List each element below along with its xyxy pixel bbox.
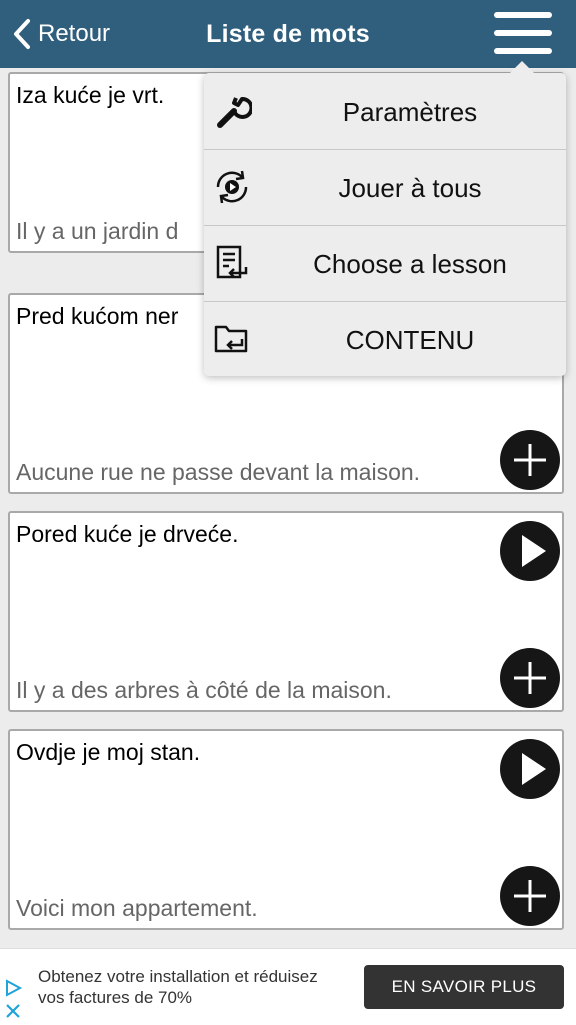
- source-sentence: Ovdje je moj stan.: [16, 739, 201, 765]
- play-all-icon: [216, 170, 248, 204]
- source-sentence: Iza kuće je vrt.: [16, 82, 165, 108]
- ad-banner[interactable]: Obtenez votre installation et réduisez v…: [0, 948, 576, 1025]
- menu-item-label: Choose a lesson: [313, 249, 507, 279]
- ad-text: Obtenez votre installation et réduisez v…: [38, 967, 318, 1007]
- add-button[interactable]: [500, 648, 560, 708]
- dropdown-menu: Paramètres Jouer à tous Choose a lesson: [204, 61, 566, 377]
- menu-bar: [494, 30, 552, 36]
- translation-sentence: Il y a un jardin d: [16, 218, 179, 244]
- menu-item-label: CONTENU: [345, 325, 475, 355]
- word-card[interactable]: Ovdje je moj stan. Voici mon appartement…: [8, 729, 564, 930]
- menu-item-play-all[interactable]: Jouer à tous: [204, 149, 566, 225]
- lesson-icon: [216, 245, 248, 279]
- divider: [204, 225, 566, 226]
- plus-icon: [514, 880, 546, 912]
- menu-item-content[interactable]: CONTENU: [204, 301, 566, 377]
- translation-sentence: Voici mon appartement.: [16, 895, 258, 921]
- folder-icon: [214, 325, 248, 353]
- hamburger-menu-button[interactable]: [494, 12, 552, 56]
- play-icon: [522, 535, 546, 567]
- navigation-bar: Retour Liste de mots: [0, 0, 576, 68]
- plus-icon: [514, 444, 546, 476]
- play-button[interactable]: [500, 521, 560, 581]
- page-title: Liste de mots: [206, 20, 370, 48]
- plus-icon: [514, 662, 546, 694]
- source-sentence: Pored kuće je drveće.: [16, 521, 239, 547]
- menu-item-label: Jouer à tous: [338, 173, 482, 203]
- add-button[interactable]: [500, 866, 560, 926]
- translation-sentence: Il y a des arbres à côté de la maison.: [16, 677, 392, 703]
- ad-cta-button[interactable]: EN SAVOIR PLUS: [364, 965, 564, 1009]
- menu-item-label: Paramètres: [342, 97, 478, 127]
- menu-bar: [494, 48, 552, 54]
- add-button[interactable]: [500, 430, 560, 490]
- wrench-icon: [217, 97, 252, 128]
- word-card[interactable]: Pored kuće je drveće. Il y a des arbres …: [8, 511, 564, 712]
- play-button[interactable]: [500, 739, 560, 799]
- play-icon: [522, 753, 546, 785]
- menu-item-choose-lesson[interactable]: Choose a lesson: [204, 225, 566, 301]
- translation-sentence: Aucune rue ne passe devant la maison.: [16, 459, 421, 485]
- source-sentence: Pred kućom ner: [16, 303, 179, 329]
- ad-choices-icon[interactable]: [4, 977, 24, 1021]
- menu-item-settings[interactable]: Paramètres: [204, 73, 566, 149]
- menu-bar: [494, 12, 552, 18]
- divider: [204, 301, 566, 302]
- divider: [204, 149, 566, 150]
